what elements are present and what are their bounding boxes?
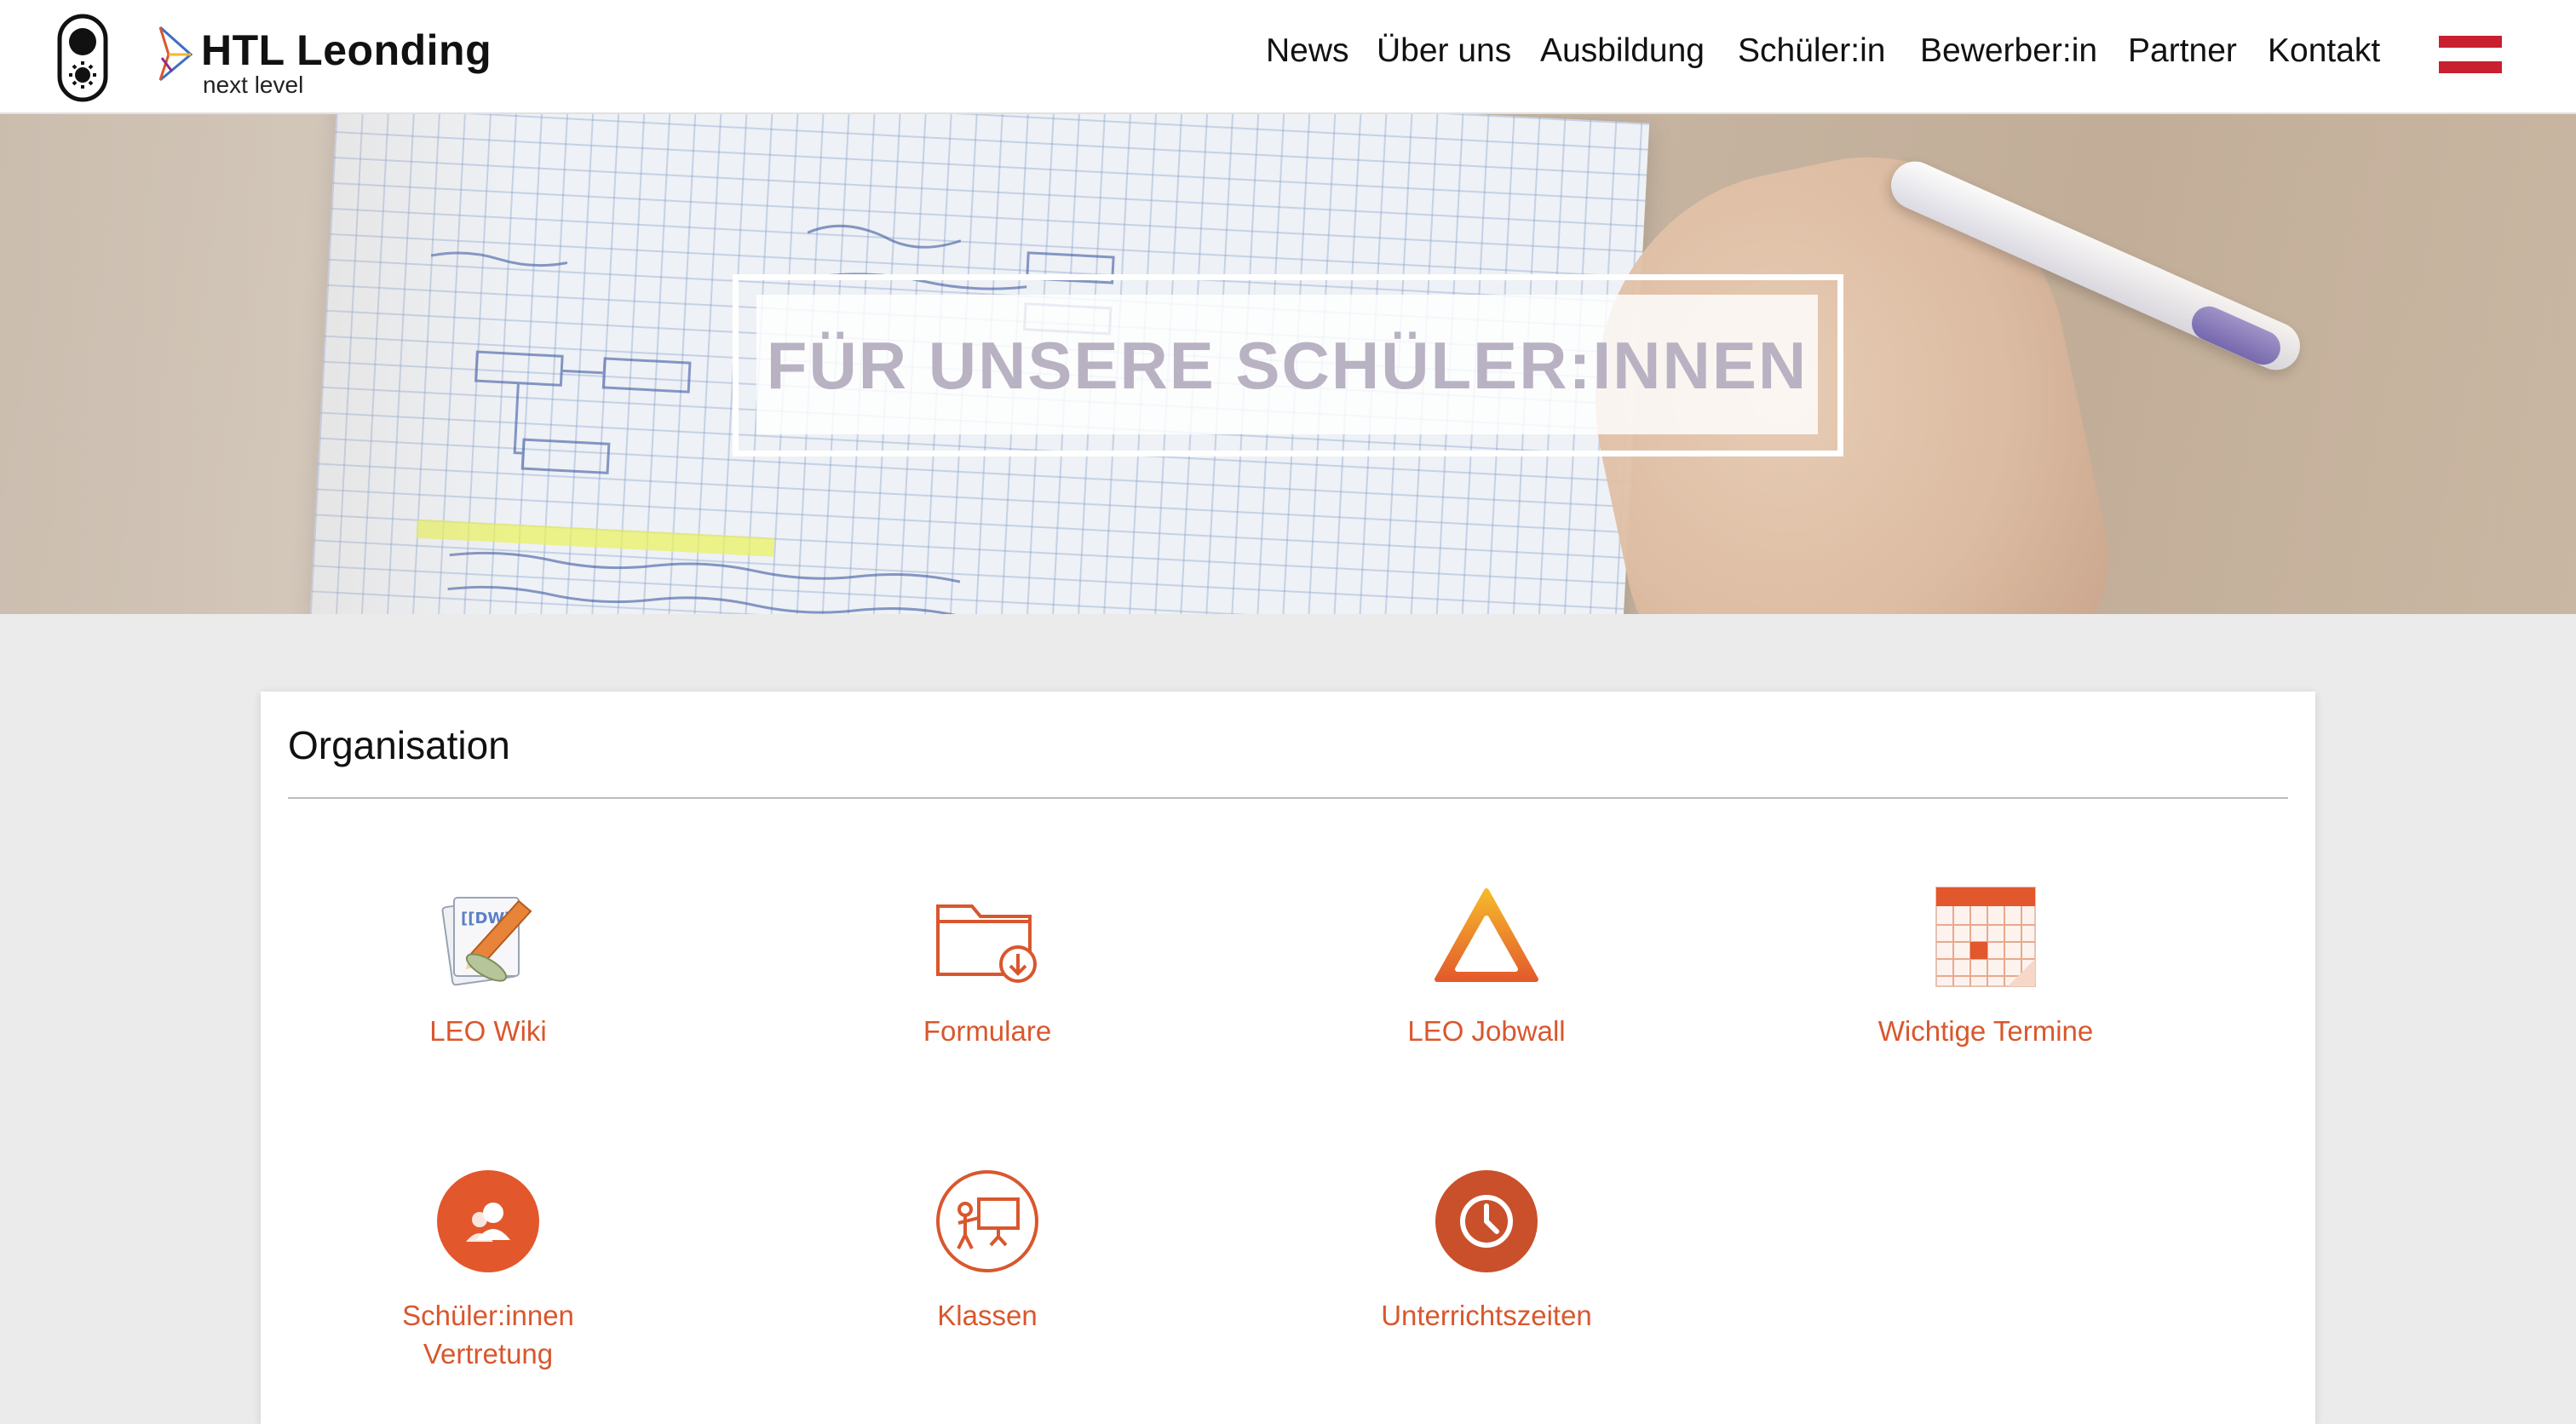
site-header: HTL Leonding next level News Über uns Au… — [0, 0, 2576, 114]
brand-subtitle: next level — [203, 72, 304, 98]
traffic-light-logo-icon[interactable] — [56, 14, 109, 102]
brand-arrow-icon — [158, 26, 193, 82]
nav-ueber-uns[interactable]: Über uns — [1377, 32, 1511, 70]
tile-label: Klassen — [937, 1300, 1038, 1331]
hero-title: FÜR UNSERE SCHÜLER:INNEN — [766, 328, 1808, 403]
nav-partner[interactable]: Partner — [2128, 32, 2237, 70]
tile-label: Formulare — [923, 1015, 1052, 1047]
tile-label: Schüler:innen Vertretung — [402, 1300, 574, 1369]
nav-bewerber-in[interactable]: Bewerber:in — [1920, 32, 2097, 70]
section-heading: Organisation — [288, 723, 510, 767]
wiki-icon: [[DW]] — [441, 897, 532, 986]
people-icon — [437, 1170, 539, 1272]
clock-icon — [1435, 1170, 1538, 1272]
triangle-icon — [1435, 888, 1538, 982]
tile-label: Unterrichtszeiten — [1381, 1300, 1592, 1331]
tile-label: Wichtige Termine — [1877, 1015, 2094, 1047]
brand-logo[interactable]: HTL Leonding next level — [157, 22, 515, 99]
section-divider — [288, 797, 2288, 799]
tile-label: LEO Wiki — [429, 1015, 547, 1047]
brand-title: HTL Leonding — [201, 26, 492, 74]
nav-news[interactable]: News — [1266, 32, 1349, 70]
main-nav: News Über uns Ausbildung Schüler:in Bewe… — [702, 32, 2576, 80]
austria-flag-icon[interactable] — [2439, 36, 2502, 73]
organisation-card: Organisation [[DW]] LEO Wiki Formulare L… — [261, 692, 2315, 1424]
nav-ausbildung[interactable]: Ausbildung — [1540, 32, 1705, 70]
hero-banner: FÜR UNSERE SCHÜLER:INNEN — [0, 114, 2576, 614]
nav-schueler-in[interactable]: Schüler:in — [1738, 32, 1885, 70]
nav-kontakt[interactable]: Kontakt — [2268, 32, 2380, 70]
tile-label: LEO Jobwall — [1407, 1015, 1566, 1047]
folder-download-icon — [936, 904, 1037, 983]
calendar-icon — [1935, 887, 2036, 987]
presentation-icon — [936, 1170, 1038, 1272]
